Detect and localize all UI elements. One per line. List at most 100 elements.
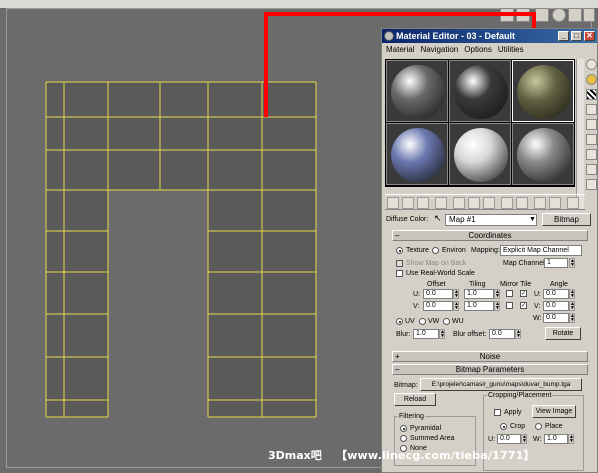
rotate-button[interactable]: Rotate <box>545 327 581 340</box>
offset-header: Offset <box>427 281 446 288</box>
select-by-material-icon[interactable] <box>586 164 597 175</box>
put-to-scene-icon[interactable] <box>402 197 414 209</box>
backlight-icon[interactable] <box>586 74 597 85</box>
put-to-library-icon[interactable] <box>468 197 480 209</box>
crop-u-field[interactable]: 0.0 <box>497 434 521 444</box>
reset-map-icon[interactable] <box>435 197 447 209</box>
menu-material[interactable]: Material <box>386 44 414 56</box>
v-offset-field[interactable]: 0.0 <box>423 301 453 311</box>
place-radio[interactable] <box>535 423 542 430</box>
blur-field[interactable]: 1.0 <box>413 329 439 339</box>
v-angle-field[interactable]: 0.0 <box>543 301 569 311</box>
uv-radio[interactable] <box>396 318 403 325</box>
u-tiling-field[interactable]: 1.0 <box>464 289 494 299</box>
sample-type-icon[interactable] <box>586 59 597 70</box>
w-angle-field[interactable]: 0.0 <box>543 313 569 323</box>
crop-radio[interactable] <box>500 423 507 430</box>
mapping-select[interactable]: Explicit Map Channel <box>500 245 582 256</box>
map-dropdown-arrow-icon[interactable]: ▼ <box>529 215 536 224</box>
sample-slot-5[interactable] <box>449 123 511 185</box>
map-channel-arrows[interactable]: ▲ ▼ <box>569 258 575 268</box>
pyramidal-radio[interactable] <box>400 425 407 432</box>
make-preview-icon[interactable] <box>586 134 597 145</box>
minimize-button[interactable]: _ <box>558 31 569 41</box>
pick-material-icon[interactable]: ↖ <box>434 214 442 223</box>
maximize-button[interactable]: □ <box>571 31 582 41</box>
environ-radio[interactable] <box>432 247 439 254</box>
sample-slot-2[interactable] <box>449 60 511 122</box>
material-navigator-icon[interactable] <box>586 179 597 190</box>
video-color-check-icon[interactable] <box>586 119 597 130</box>
mapping-value: Explicit Map Channel <box>503 247 569 254</box>
crop-w-label: W: <box>533 436 542 443</box>
show-end-result-icon[interactable] <box>516 197 528 209</box>
show-map-on-back-checkbox[interactable] <box>396 260 403 267</box>
environ-label: Environ <box>442 247 466 254</box>
v-angle-arrows[interactable]: ▲ ▼ <box>569 301 575 311</box>
noise-rollout-header[interactable]: + Noise <box>392 351 588 362</box>
background-icon[interactable] <box>586 89 597 100</box>
menu-utilities[interactable]: Utilities <box>498 44 524 56</box>
blur-offset-field[interactable]: 0.0 <box>489 329 515 339</box>
sample-slots-scrollbar[interactable] <box>576 59 584 209</box>
view-image-button[interactable]: View Image <box>532 405 576 418</box>
real-world-scale-checkbox[interactable] <box>396 270 403 277</box>
options-icon[interactable] <box>586 149 597 160</box>
bitmap-params-rollout-header[interactable]: – Bitmap Parameters <box>392 364 588 375</box>
go-to-parent-icon[interactable] <box>534 197 546 209</box>
u-offset-field[interactable]: 0.0 <box>423 289 453 299</box>
uv-label: UV <box>405 318 415 325</box>
texture-radio[interactable] <box>396 247 403 254</box>
tiling-header: Tiling <box>469 281 486 288</box>
sample-slot-3[interactable] <box>512 60 574 122</box>
v-mirror-checkbox[interactable] <box>506 302 513 309</box>
map-type-button[interactable]: Bitmap <box>542 213 591 226</box>
bitmap-path-button[interactable]: E:\projeler\camasir_gunu\maps\duvar_bump… <box>420 378 582 391</box>
u-tile-checkbox[interactable]: ✓ <box>520 290 527 297</box>
collapse-icon: – <box>395 231 400 240</box>
reload-button[interactable]: Reload <box>394 393 436 406</box>
map-channel-spinner[interactable]: 1 <box>544 258 568 268</box>
crop-w-arrows[interactable]: ▲ ▼ <box>568 434 574 444</box>
v-tiling-arrows[interactable]: ▲ ▼ <box>494 301 500 311</box>
v-tile-checkbox[interactable]: ✓ <box>520 302 527 309</box>
diffuse-color-label: Diffuse Color: <box>386 216 429 223</box>
u-offset-arrows[interactable]: ▲ ▼ <box>453 289 459 299</box>
u-mirror-checkbox[interactable] <box>506 290 513 297</box>
material-editor-window[interactable]: Material Editor - 03 - Default _ □ ✕ Mat… <box>381 28 598 473</box>
sample-slot-4[interactable] <box>386 123 448 185</box>
apply-checkbox[interactable] <box>494 409 501 416</box>
go-forward-sibling-icon[interactable] <box>549 197 561 209</box>
u-angle-field[interactable]: 0.0 <box>543 289 569 299</box>
menu-navigation[interactable]: Navigation <box>420 44 458 56</box>
sample-slot-1[interactable] <box>386 60 448 122</box>
map-name-field[interactable]: Map #1 <box>445 214 537 226</box>
v-tiling-field[interactable]: 1.0 <box>464 301 494 311</box>
show-map-in-viewport-icon[interactable] <box>501 197 513 209</box>
blur-offset-arrows[interactable]: ▲ ▼ <box>515 329 521 339</box>
make-unique-icon[interactable] <box>453 197 465 209</box>
sample-uv-tiling-icon[interactable] <box>586 104 597 115</box>
u-angle-arrows[interactable]: ▲ ▼ <box>569 289 575 299</box>
coordinates-rollout-header[interactable]: – Coordinates <box>392 230 588 241</box>
pick-from-object-icon[interactable] <box>567 197 579 209</box>
bitmap-label: Bitmap: <box>394 382 418 389</box>
wu-radio[interactable] <box>443 318 450 325</box>
sample-slot-6[interactable] <box>512 123 574 185</box>
v-offset-arrows[interactable]: ▲ ▼ <box>453 301 459 311</box>
w-angle-arrows[interactable]: ▲ ▼ <box>569 313 575 323</box>
title-bar[interactable]: Material Editor - 03 - Default _ □ ✕ <box>382 29 597 43</box>
assign-material-icon[interactable] <box>417 197 429 209</box>
close-button[interactable]: ✕ <box>584 31 595 41</box>
crop-w-field[interactable]: 1.0 <box>544 434 568 444</box>
collapse-icon: – <box>395 365 400 374</box>
u-tiling-arrows[interactable]: ▲ ▼ <box>494 289 500 299</box>
material-id-channel-icon[interactable] <box>483 197 495 209</box>
menu-options[interactable]: Options <box>464 44 492 56</box>
vw-radio[interactable] <box>419 318 426 325</box>
get-material-icon[interactable] <box>387 197 399 209</box>
summed-area-radio[interactable] <box>400 435 407 442</box>
crop-u-arrows[interactable]: ▲ ▼ <box>521 434 527 444</box>
app-icon <box>384 31 394 41</box>
blur-arrows[interactable]: ▲ ▼ <box>439 329 445 339</box>
